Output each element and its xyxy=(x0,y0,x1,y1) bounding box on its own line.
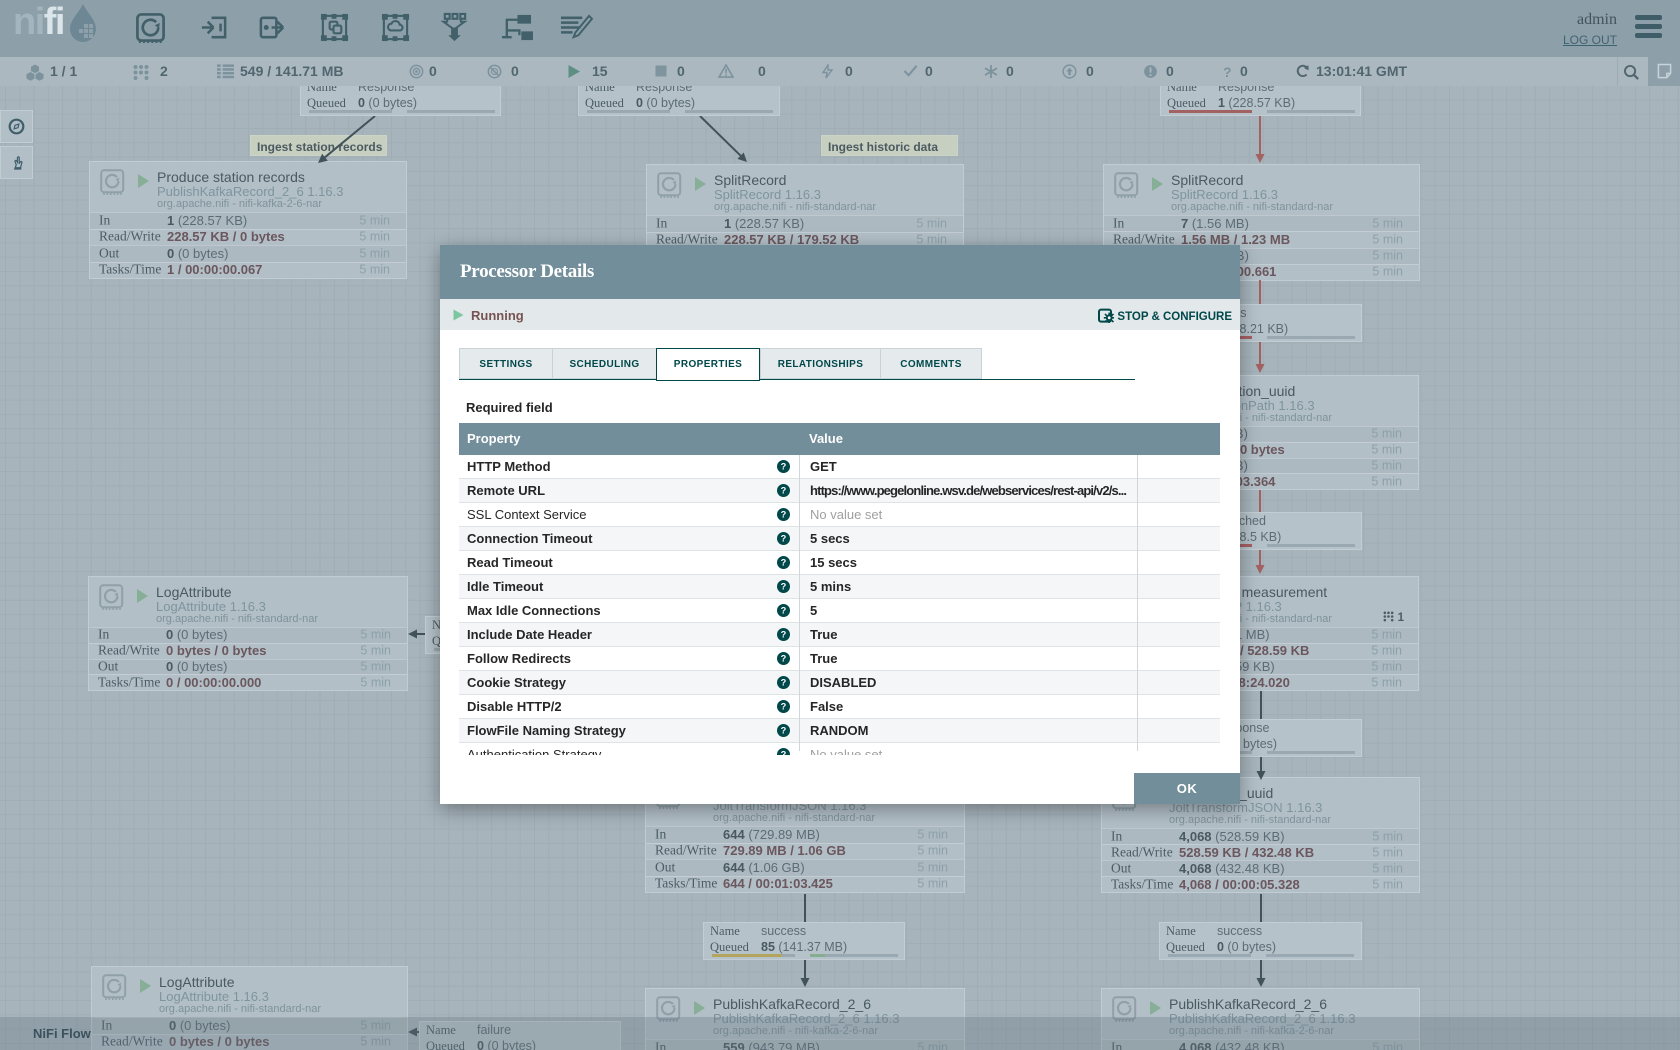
svg-text:?: ? xyxy=(781,750,787,755)
svg-text:?: ? xyxy=(781,606,787,616)
svg-text:?: ? xyxy=(781,510,787,520)
svg-text:?: ? xyxy=(781,702,787,712)
svg-text:?: ? xyxy=(781,654,787,664)
svg-text:?: ? xyxy=(781,534,787,544)
svg-text:?: ? xyxy=(781,726,787,736)
svg-text:?: ? xyxy=(781,630,787,640)
svg-text:?: ? xyxy=(781,582,787,592)
svg-text:?: ? xyxy=(781,462,787,472)
svg-text:?: ? xyxy=(1223,64,1232,79)
svg-text:?: ? xyxy=(781,486,787,496)
svg-text:?: ? xyxy=(781,558,787,568)
svg-text:?: ? xyxy=(781,678,787,688)
